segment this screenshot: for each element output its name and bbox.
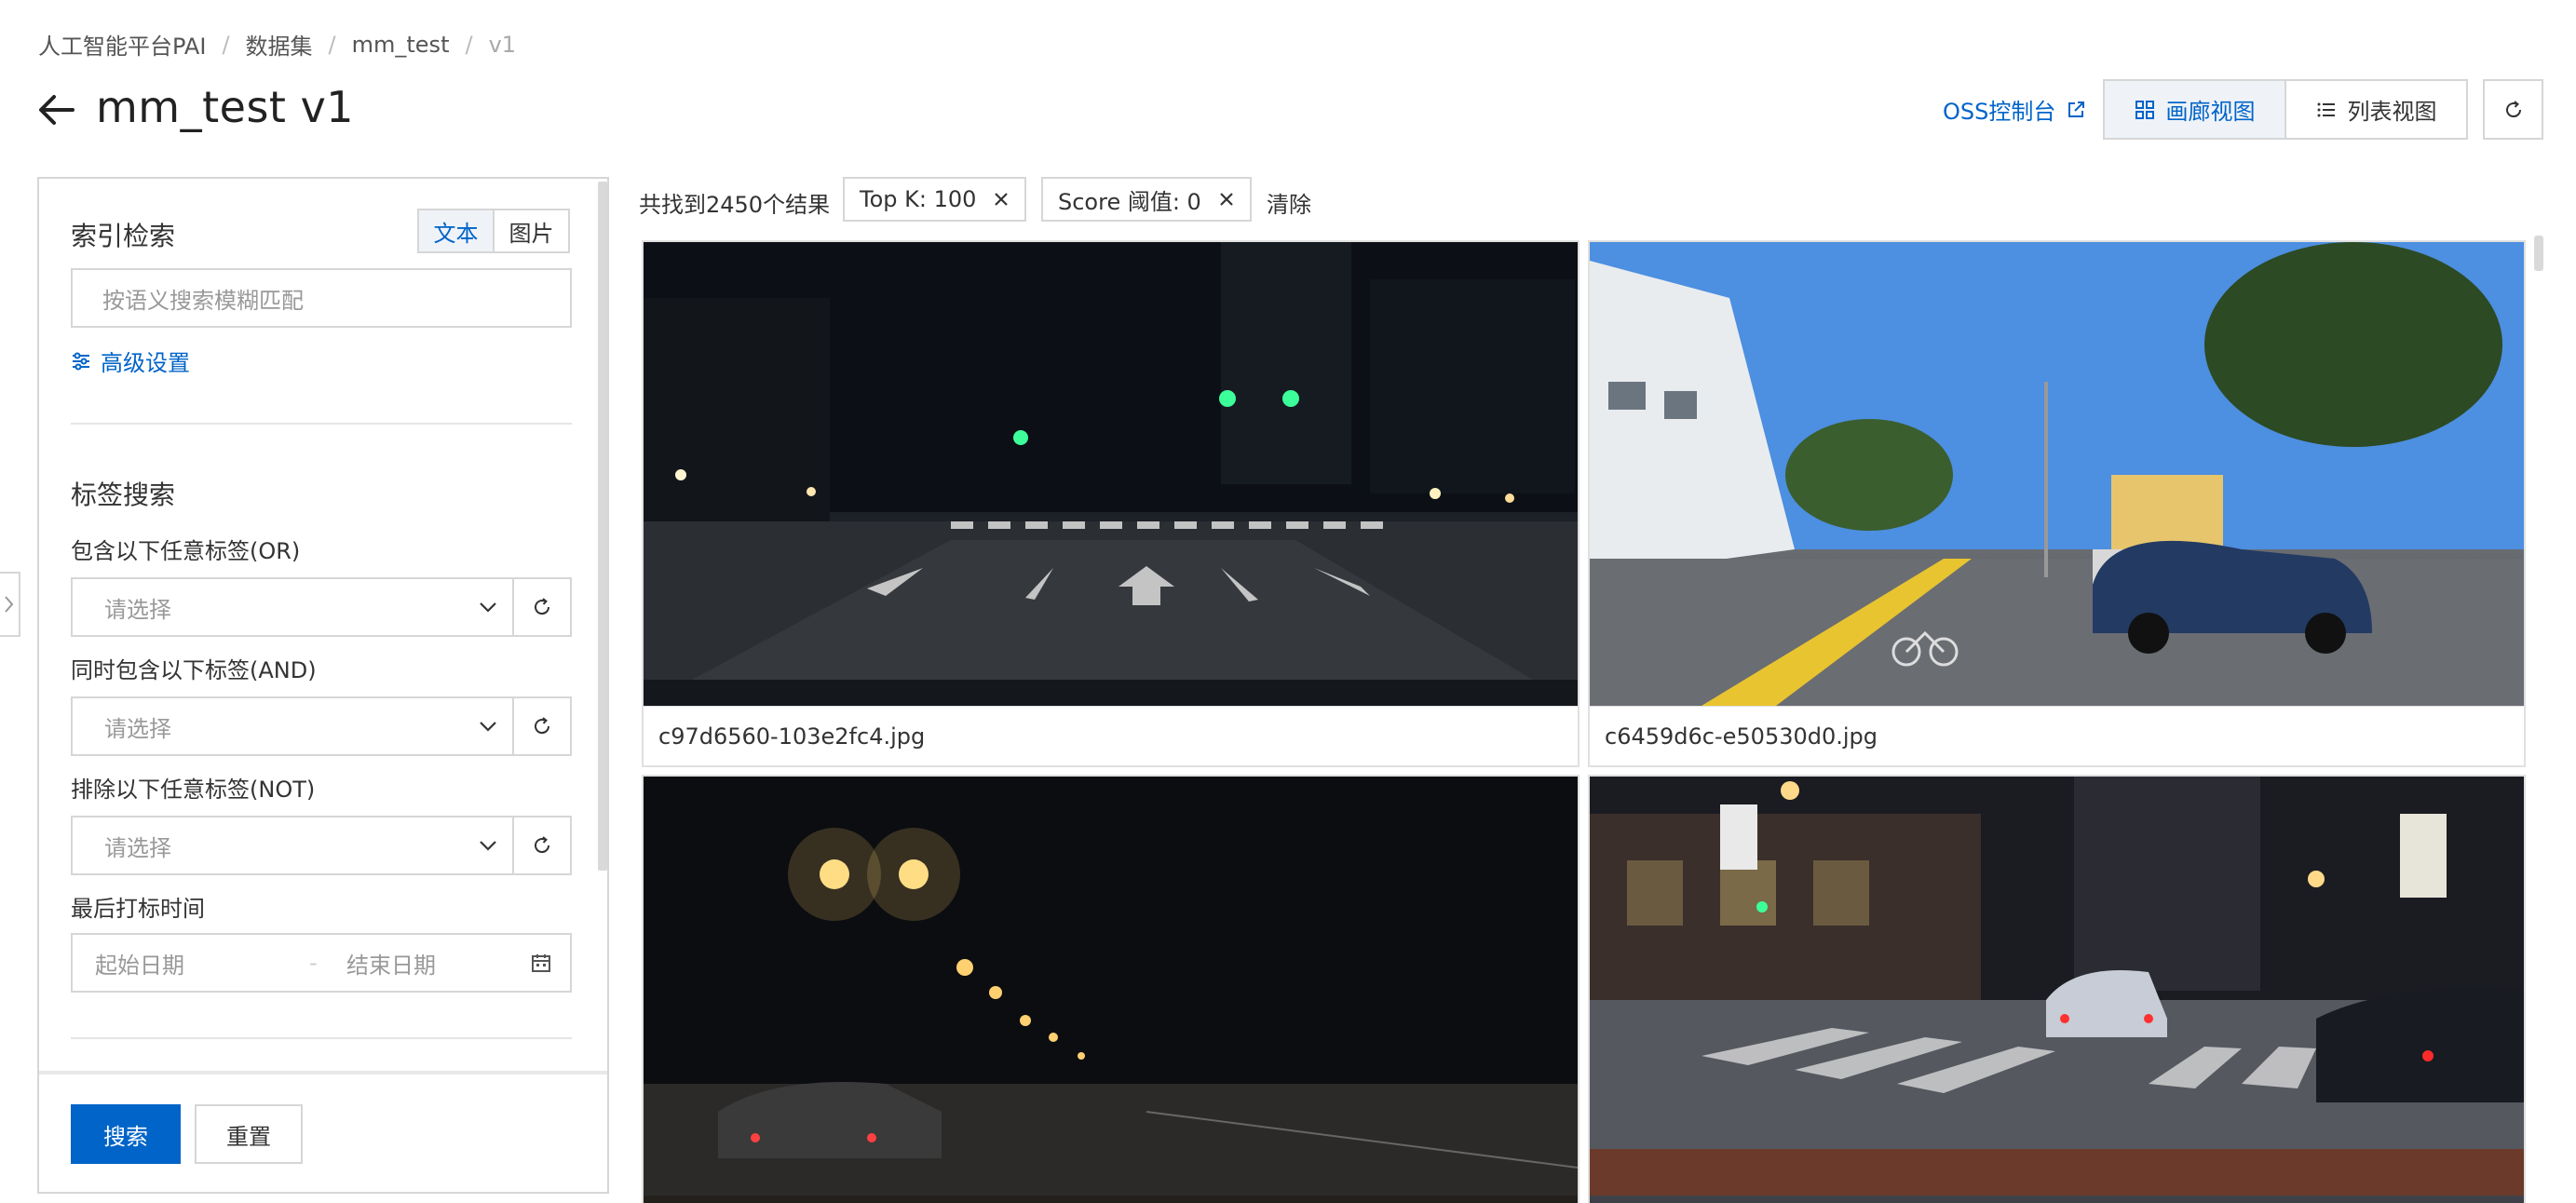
page-title: mm_test v1 [96, 82, 355, 132]
oss-console-link[interactable]: OSS控制台 [1943, 93, 2085, 126]
or-tags-select[interactable]: 请选择 [71, 577, 514, 637]
chevron-down-icon [480, 841, 496, 851]
refresh-icon [535, 836, 550, 854]
semantic-search-input[interactable]: 按语义搜索模糊匹配 [71, 268, 572, 328]
reset-button[interactable]: 重置 [195, 1104, 303, 1164]
or-tags-label: 包含以下任意标签(OR) [71, 538, 301, 564]
or-tags-placeholder: 请选择 [104, 596, 171, 623]
external-link-icon [2068, 101, 2085, 117]
image-filename: c97d6560-103e2fc4.jpg [644, 706, 1578, 765]
section-divider [71, 423, 572, 425]
breadcrumb-item-dataset[interactable]: mm_test [352, 32, 450, 58]
tag-search-title: 标签搜索 [71, 480, 176, 510]
search-mode-toggle: 文本 图片 [417, 209, 570, 253]
or-tags-refresh-button[interactable] [512, 577, 572, 637]
grid-scrollbar[interactable] [2534, 236, 2543, 271]
night-street-photo [644, 242, 1578, 706]
night-road-photo [644, 777, 1578, 1196]
index-search-title: 索引检索 [71, 221, 176, 251]
refresh-icon [2505, 100, 2521, 117]
image-thumbnail[interactable] [644, 777, 1578, 1203]
breadcrumb-separator: / [465, 31, 473, 58]
night-crosswalk-photo [1590, 777, 2524, 1196]
chevron-right-icon [5, 596, 14, 613]
advanced-settings-label: 高级设置 [101, 350, 190, 376]
breadcrumb-item-datasets[interactable]: 数据集 [246, 28, 313, 61]
gallery-view-button[interactable]: 画廊视图 [2105, 81, 2286, 138]
image-card[interactable] [642, 775, 1579, 1203]
image-thumbnail[interactable] [1590, 777, 2524, 1203]
close-icon[interactable] [993, 191, 1010, 208]
not-tags-refresh-button[interactable] [512, 816, 572, 875]
chip-topk-label: Top K: 100 [860, 186, 977, 212]
grid-icon [2135, 100, 2154, 119]
calendar-icon[interactable] [531, 953, 551, 973]
chip-score-label: Score 阈值: 0 [1058, 188, 1201, 215]
image-card[interactable]: c6459d6c-e50530d0.jpg [1588, 240, 2526, 767]
breadcrumb-item-pai[interactable]: 人工智能平台PAI [38, 28, 206, 61]
day-street-photo [1590, 242, 2524, 706]
filter-panel: 索引检索 文本 图片 按语义搜索模糊匹配 高级设置 标签搜索 包含以下任意标签(… [37, 177, 609, 1194]
date-range-separator: - [309, 950, 318, 976]
section-divider [71, 1037, 572, 1039]
breadcrumb-separator: / [222, 31, 230, 58]
breadcrumb-item-version: v1 [488, 31, 517, 58]
oss-console-label: OSS控制台 [1943, 99, 2056, 125]
filter-chip-topk: Top K: 100 [843, 177, 1027, 222]
sliders-icon [73, 352, 89, 370]
start-date-input[interactable]: 起始日期 [95, 947, 309, 980]
view-toggle: 画廊视图 列表视图 [2103, 79, 2468, 140]
and-tags-label: 同时包含以下标签(AND) [71, 657, 317, 683]
image-card[interactable] [1588, 775, 2526, 1203]
refresh-icon [535, 717, 550, 735]
breadcrumb: 人工智能平台PAI / 数据集 / mm_test / v1 [38, 28, 516, 61]
mode-text-option[interactable]: 文本 [419, 210, 495, 251]
result-count: 共找到2450个结果 [639, 192, 831, 218]
list-icon [2317, 102, 2335, 116]
mode-image-option[interactable]: 图片 [495, 210, 568, 251]
clear-filters-link[interactable]: 清除 [1267, 186, 1311, 219]
list-view-button[interactable]: 列表视图 [2286, 81, 2466, 138]
image-filename: c6459d6c-e50530d0.jpg [1590, 706, 2524, 765]
and-tags-refresh-button[interactable] [512, 696, 572, 756]
not-tags-placeholder: 请选择 [104, 834, 171, 861]
image-thumbnail[interactable] [1590, 242, 2524, 706]
panel-scrollbar[interactable] [598, 182, 607, 871]
and-tags-select[interactable]: 请选择 [71, 696, 514, 756]
image-card[interactable]: c97d6560-103e2fc4.jpg [642, 240, 1579, 767]
refresh-icon [535, 598, 550, 615]
back-arrow-icon[interactable] [35, 88, 78, 131]
chevron-down-icon [480, 602, 496, 613]
filter-chip-score: Score 阈值: 0 [1041, 177, 1252, 222]
close-icon[interactable] [1218, 191, 1235, 208]
last-tag-time-label: 最后打标时间 [71, 896, 205, 922]
refresh-button[interactable] [2483, 79, 2543, 140]
panel-footer-divider [39, 1071, 607, 1075]
list-view-label: 列表视图 [2347, 99, 2437, 125]
advanced-settings-link[interactable]: 高级设置 [71, 345, 190, 377]
not-tags-select[interactable]: 请选择 [71, 816, 514, 875]
collapse-panel-handle[interactable] [0, 572, 20, 637]
not-tags-label: 排除以下任意标签(NOT) [71, 777, 316, 803]
end-date-input[interactable]: 结束日期 [346, 947, 531, 980]
image-thumbnail[interactable] [644, 242, 1578, 706]
search-button[interactable]: 搜索 [71, 1104, 181, 1164]
breadcrumb-separator: / [328, 31, 336, 58]
gallery-view-label: 画廊视图 [2165, 99, 2256, 125]
date-range-picker[interactable]: 起始日期 - 结束日期 [71, 933, 572, 993]
chevron-down-icon [480, 722, 496, 732]
and-tags-placeholder: 请选择 [104, 715, 171, 742]
